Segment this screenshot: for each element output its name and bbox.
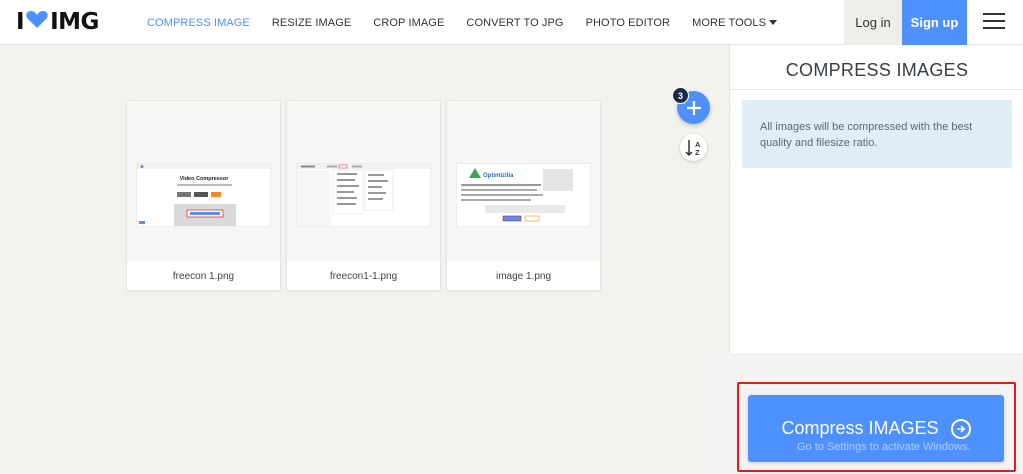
main-nav: COMPRESS IMAGE RESIZE IMAGE CROP IMAGE C… [147,0,799,45]
thumbnail-image: Optimizilla [456,163,591,227]
nav-more-tools[interactable]: MORE TOOLS [692,16,778,29]
file-name: freecon 1.png [172,271,235,282]
file-card[interactable]: Video Compressor freecon 1.png [126,100,281,291]
file-thumbnail [287,101,440,261]
top-header: I IMG COMPRESS IMAGE RESIZE IMAGE CROP I… [0,0,1023,45]
nav-photo-editor[interactable]: PHOTO EDITOR [586,17,671,29]
heart-icon [26,9,48,35]
thumbnail-heading: Video Compressor [180,176,230,182]
sort-z-label: Z [695,148,700,157]
sidebar-divider [730,89,1023,90]
nav-convert-to-jpg[interactable]: CONVERT TO JPG [466,17,563,29]
sort-az-button[interactable]: A Z [680,134,707,161]
caret-down-icon [769,19,778,25]
ilovimg-logo[interactable]: I IMG [16,9,99,35]
logo-text-right: IMG [50,9,99,35]
thumbnail-image [296,163,431,227]
login-button[interactable]: Log in [844,0,902,45]
logo-text-left: I [16,9,25,35]
nav-compress-image[interactable]: COMPRESS IMAGE [147,17,250,29]
nav-crop-image[interactable]: CROP IMAGE [373,17,444,29]
sidebar-title: COMPRESS IMAGES [785,60,969,80]
file-count-badge: 3 [672,87,689,104]
thumbnail-logo-text: Optimizilla [483,173,514,179]
signup-button[interactable]: Sign up [902,0,967,45]
hamburger-menu-icon[interactable] [983,13,1005,31]
nav-more-tools-label: MORE TOOLS [692,16,767,29]
sort-az-icon: A Z [684,139,701,157]
plus-icon [686,100,701,115]
file-thumbnail: Video Compressor [127,101,280,261]
file-name: freecon1-1.png [329,271,398,282]
info-message: All images will be compressed with the b… [742,100,1012,168]
file-name: image 1.png [495,271,552,282]
annotation-highlight-box [737,382,1016,472]
file-thumbnail: Optimizilla [447,101,600,261]
thumbnail-image: Video Compressor [136,163,271,227]
file-card[interactable]: freecon1-1.png [286,100,441,291]
file-card[interactable]: Optimizilla image 1.png [446,100,601,291]
nav-resize-image[interactable]: RESIZE IMAGE [272,17,351,29]
